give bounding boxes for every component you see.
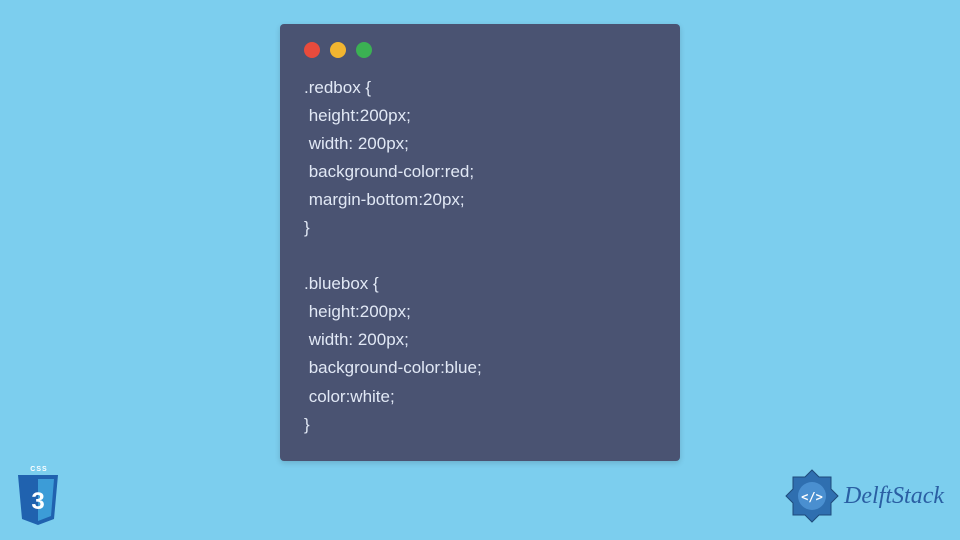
css-badge-version: 3 <box>31 488 44 515</box>
delftstack-emblem-icon: </> <box>784 468 840 524</box>
code-content: .redbox { height:200px; width: 200px; ba… <box>304 74 656 439</box>
traffic-light-green-icon <box>356 42 372 58</box>
traffic-light-red-icon <box>304 42 320 58</box>
traffic-lights <box>304 42 656 58</box>
svg-text:</>: </> <box>801 490 823 504</box>
delftstack-logo: </> DelftStack <box>784 468 944 524</box>
css3-badge-icon: CSS 3 <box>14 466 62 526</box>
css-badge-label: CSS <box>14 466 62 473</box>
brand-name: DelftStack <box>844 483 944 510</box>
code-window: .redbox { height:200px; width: 200px; ba… <box>280 24 680 461</box>
traffic-light-yellow-icon <box>330 42 346 58</box>
